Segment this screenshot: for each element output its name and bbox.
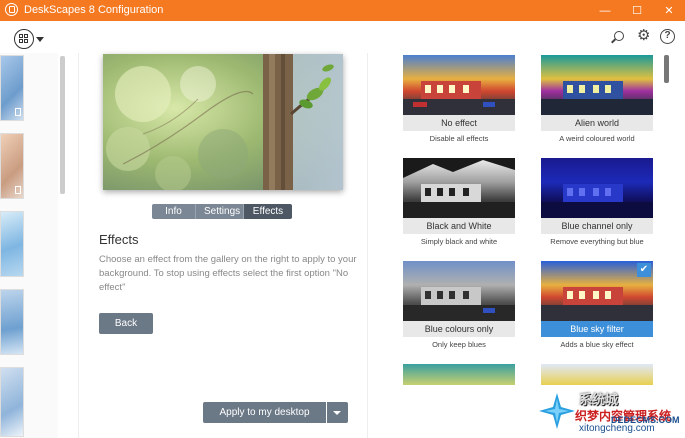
effect-thumbnail [541, 55, 653, 115]
effect-label: Alien world [541, 115, 653, 131]
tab-settings[interactable]: Settings [196, 204, 244, 219]
effect-subtitle: Disable all effects [429, 134, 489, 143]
help-icon[interactable]: ? [660, 29, 675, 44]
app-icon [5, 3, 18, 16]
effect-thumbnail [403, 364, 515, 385]
selected-check-icon: ✔ [637, 263, 651, 277]
watermark-line1: 系统城 [579, 392, 619, 407]
title-bar: DeskScapes 8 Configuration — ☐ ✕ [0, 0, 685, 21]
section-description: Choose an effect from the gallery on the… [99, 254, 357, 293]
effect-subtitle: Adds a blue sky effect [560, 340, 634, 349]
effect-subtitle: Only keep blues [432, 340, 486, 349]
effect-subtitle: A weird coloured world [559, 134, 635, 143]
effect-label: Blue channel only [541, 218, 653, 234]
gallery-scrollbar[interactable] [664, 55, 669, 83]
effect-thumbnail [541, 364, 653, 385]
effect-thumbnail [403, 55, 515, 115]
background-gallery [0, 53, 58, 438]
tab-info[interactable]: Info [152, 204, 196, 219]
effect-thumbnail [403, 261, 515, 321]
background-thumbnail[interactable] [0, 55, 24, 121]
window-title: DeskScapes 8 Configuration [24, 4, 164, 16]
effect-thumbnail [541, 158, 653, 218]
effect-label: Blue colours only [403, 321, 515, 337]
effect-label: Blue sky filter [541, 321, 653, 337]
chevron-down-icon[interactable] [36, 37, 44, 42]
preview-tabs: Info Settings Effects [152, 204, 292, 219]
maximize-button[interactable]: ☐ [622, 0, 652, 21]
background-thumbnail[interactable] [0, 211, 24, 277]
toolbar: ⚙ ? [0, 21, 685, 53]
watermark-site: DEDECMS.COM [611, 415, 680, 425]
background-thumbnail[interactable] [0, 289, 24, 355]
effect-label: Black and White [403, 218, 515, 234]
effect-subtitle: Remove everything but blue [550, 237, 644, 246]
back-button[interactable]: Back [99, 313, 153, 334]
background-thumbnail[interactable] [0, 133, 24, 199]
apply-to-desktop-button[interactable]: Apply to my desktop [203, 402, 326, 423]
effect-thumbnail: ✔ [541, 261, 653, 321]
section-title: Effects [99, 232, 139, 247]
view-mode-icon[interactable] [14, 29, 34, 49]
close-button[interactable]: ✕ [654, 0, 684, 21]
minimize-button[interactable]: — [590, 0, 620, 21]
search-icon[interactable] [614, 31, 624, 41]
gear-icon[interactable]: ⚙ [637, 28, 652, 43]
apply-dropdown-button[interactable] [327, 402, 348, 423]
effect-subtitle: Simply black and white [420, 237, 498, 246]
effect-label: No effect [403, 115, 515, 131]
site-watermark: 系统城 织梦内容管理系统 xitongcheng.com DEDECMS.COM [535, 385, 685, 438]
left-scrollbar[interactable] [60, 56, 65, 194]
tab-effects[interactable]: Effects [244, 204, 292, 219]
effect-thumbnail [403, 158, 515, 218]
effects-gallery: No effect Disable all effects Alien worl… [370, 53, 685, 438]
background-thumbnail[interactable] [0, 367, 24, 437]
watermark-logo-icon [539, 393, 575, 429]
background-preview [103, 54, 343, 190]
main-panel: Info Settings Effects Effects Choose an … [78, 53, 368, 438]
